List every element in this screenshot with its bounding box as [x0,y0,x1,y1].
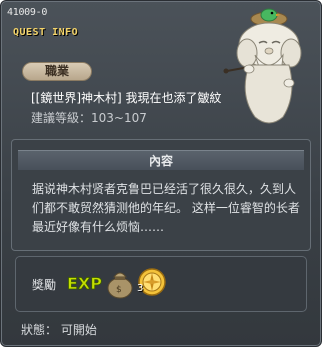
reward-count: 3 [137,283,144,294]
svg-text:$: $ [116,285,122,295]
exp-icon[interactable]: EXP [66,272,102,294]
quest-info-window: 41009-0 QUEST INFO 職業 [[鏡世界]神木村] 我現在也添了皺… [0,0,322,347]
content-panel: 內容 据说神木村贤者克鲁巴已经活了很久很久，久到人们都不敢贸然猜测他的年纪。 这… [11,139,311,251]
reward-panel: 獎勵 EXP $ 3 [15,256,307,312]
quest-id: 41009-0 [7,7,48,18]
quest-description: 据说神木村贤者克鲁巴已经活了很久很久，久到人们都不敢贸然猜测他的年纪。 这样一位… [32,182,300,234]
reward-label: 獎勵 [32,278,57,292]
quest-status: 狀態： 可開始 [21,323,97,337]
quest-title: [[鏡世界]神木村] 我現在也添了皺紋 [31,91,222,105]
window-title: QUEST INFO [13,27,79,38]
quest-header: 職業 [[鏡世界]神木村] 我現在也添了皺紋 建議等級：103~107 [17,55,237,127]
job-tab[interactable]: 職業 [22,62,92,81]
money-bag-icon[interactable]: $ [104,265,136,299]
recommended-level: 建議等級：103~107 [31,111,147,125]
content-header: 內容 [18,150,304,170]
exp-icon-label: EXP [67,274,102,293]
